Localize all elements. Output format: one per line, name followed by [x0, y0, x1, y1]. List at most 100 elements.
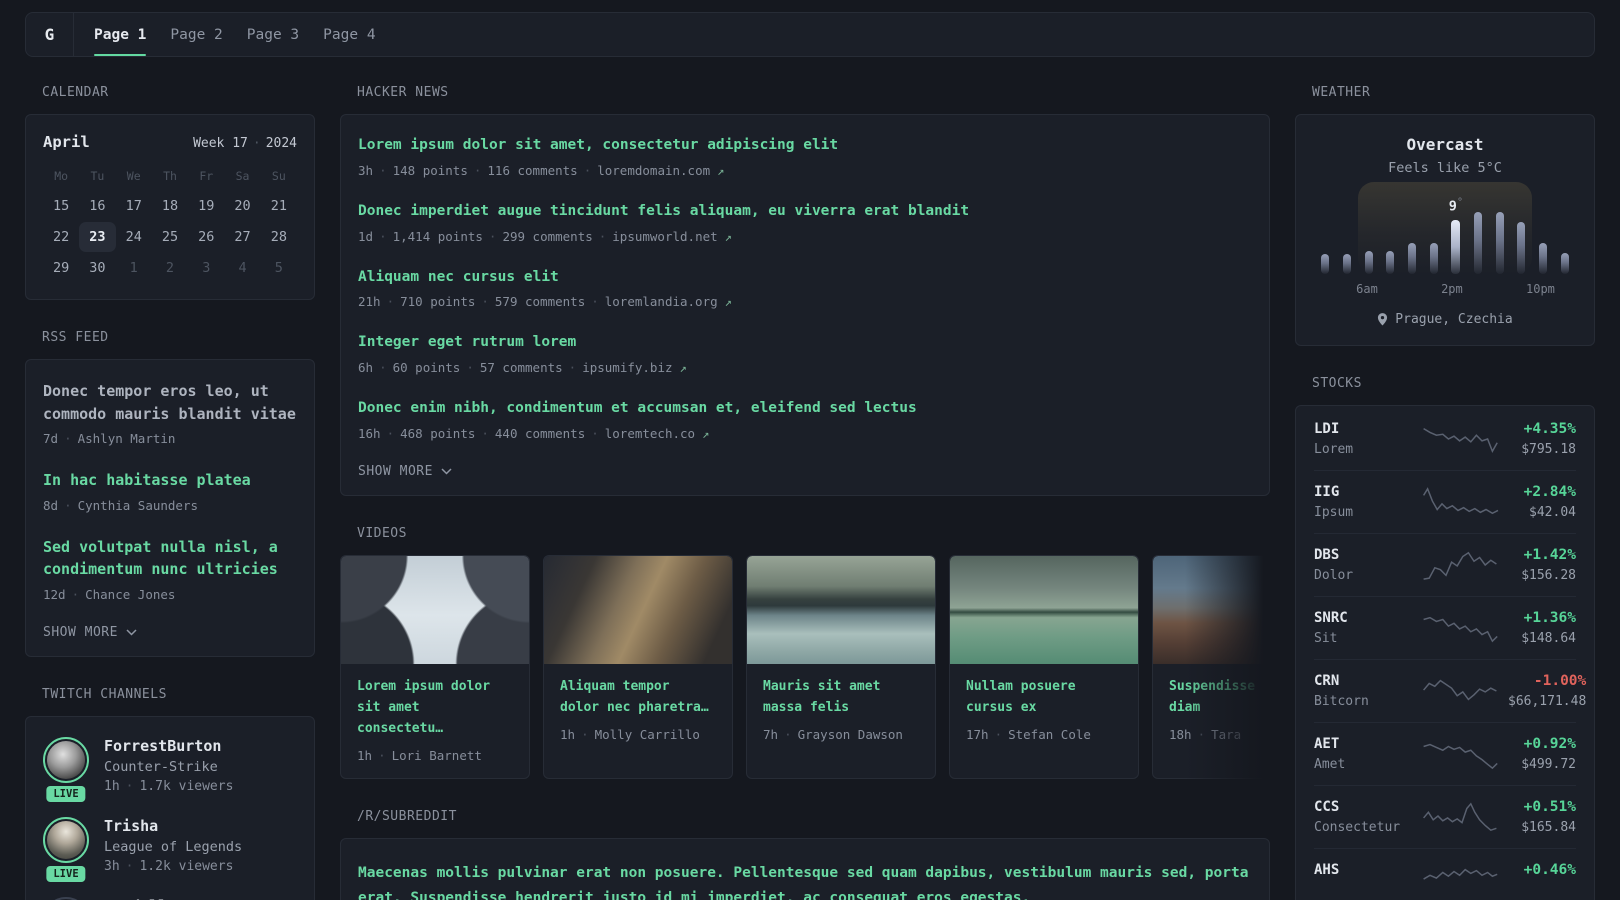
channel-category: League of Legends	[104, 838, 243, 855]
stock-row[interactable]: AET Amet +0.92% $499.72	[1314, 722, 1576, 785]
channel-category: Counter-Strike	[104, 758, 218, 775]
meta-part: 7h	[763, 726, 779, 742]
stock-values: +1.42% $156.28	[1521, 547, 1576, 583]
channel-info: ForrestBurton Counter-Strike 1h · 1.7k viewe…	[104, 737, 233, 794]
stock-identity: SNRC Sit	[1314, 610, 1416, 646]
item-meta: 6h · 60 points · 57 comments · ipsumify.biz ↗	[358, 360, 1252, 375]
external-link-icon: ↗	[702, 426, 710, 441]
tab-page-3[interactable]: Page 3	[247, 13, 299, 56]
reddit-post-title[interactable]: Maecenas mollis pulvinar erat non posuer…	[358, 861, 1252, 900]
rss-show-more-button[interactable]: SHOW MORE	[43, 625, 297, 640]
stock-row[interactable]: SNRC Sit +1.36% $148.64	[1314, 596, 1576, 659]
calendar-day-grid: 15 16 17 18 19 20 21 22 23 24 25 26 27 28 29 30 1 2 3 4 5	[43, 191, 297, 283]
video-card[interactable]: Suspendisse diam 18h · Tara	[1152, 554, 1270, 779]
show-more-label: SHOW MORE	[43, 624, 118, 640]
stock-row[interactable]: DBS Dolor +1.42% $156.28	[1314, 533, 1576, 596]
stock-name: Ipsum	[1314, 505, 1354, 520]
video-title[interactable]: Lorem ipsum dolor sit amet consectetu…	[357, 676, 513, 739]
twitch-channel-row[interactable]: LIVE Trisha League of Legends 3h · 1.2k viewe…	[43, 816, 297, 882]
video-title[interactable]: Aliquam tempor dolor nec pharetra…	[560, 676, 716, 718]
hacker-news-show-more-button[interactable]: SHOW MORE	[358, 464, 1252, 479]
stock-price: $795.18	[1521, 442, 1576, 457]
video-title[interactable]: Mauris sit amet massa felis	[763, 676, 919, 718]
stock-row[interactable]: CCS Consectetur +0.51% $165.84	[1314, 785, 1576, 848]
dot-separator: ·	[64, 431, 72, 446]
stock-identity: IIG Ipsum	[1314, 484, 1416, 520]
stock-row[interactable]: CRN Bitcorn -1.00% $66,171.48	[1314, 659, 1586, 722]
channel-name[interactable]: ForrestBurton	[104, 737, 233, 755]
meta-part: loremlandia.org	[604, 294, 718, 310]
calendar-widget: April Week 17 · 2024 Mo Tu We Th Fr Sa Su 15 16 17…	[25, 114, 315, 300]
meta-part: loremdomain.com	[597, 162, 711, 178]
calendar-day: 20	[234, 198, 251, 214]
meta-part: ipsumworld.net	[612, 228, 718, 244]
tab-page-2[interactable]: Page 2	[170, 13, 222, 56]
hacker-news-item: Donec enim nibh, condimentum et accumsan…	[358, 398, 1252, 441]
weather-bar	[1517, 222, 1526, 274]
tab-page-4[interactable]: Page 4	[323, 13, 375, 56]
stock-symbol: AET	[1314, 736, 1340, 752]
weather-section: WEATHER Overcast Feels like 5°C 9° 6am 2p…	[1295, 85, 1595, 346]
twitch-channel-row[interactable]: KendallCarr	[43, 896, 297, 900]
current-temp-label: 9°	[1449, 197, 1463, 215]
rss-item-link[interactable]: In hac habitasse platea	[43, 469, 297, 492]
stock-row[interactable]: LDI Lorem +4.35% $795.18	[1314, 408, 1576, 470]
channel-name[interactable]: KendallCarr	[104, 897, 203, 900]
weekday-label: Sa	[235, 169, 250, 183]
calendar-week-info: Week 17 · 2024	[193, 136, 297, 151]
stock-price: $42.04	[1529, 505, 1576, 520]
video-card[interactable]: Lorem ipsum dolor sit amet consectetu… 1h…	[340, 554, 530, 779]
tab-page-1[interactable]: Page 1	[94, 13, 147, 56]
rss-widget: Donec tempor eros leo, ut commodo mauris…	[25, 359, 315, 657]
stock-name: Bitcorn	[1314, 694, 1369, 709]
hacker-news-item-link[interactable]: Donec imperdiet augue tincidunt felis al…	[358, 201, 1252, 223]
stock-values: +0.51% $165.84	[1521, 799, 1576, 835]
stock-row[interactable]: IIG Ipsum +2.84% $42.04	[1314, 470, 1576, 533]
meta-part: 116 comments	[487, 162, 578, 178]
dot-separator: ·	[64, 497, 72, 513]
stock-values: +1.36% $148.64	[1521, 610, 1576, 646]
stock-name: Consectetur	[1314, 820, 1401, 835]
stock-name	[1314, 883, 1416, 898]
video-card[interactable]: Nullam posuere cursus ex 17h · Stefan Cole	[949, 554, 1139, 779]
stock-row[interactable]: AHS +0.46%	[1314, 848, 1576, 900]
hacker-news-item-link[interactable]: Aliquam nec cursus elit	[358, 267, 1252, 289]
weather-bar	[1408, 243, 1417, 274]
video-card[interactable]: Mauris sit amet massa felis 7h · Grayson Da…	[746, 554, 936, 779]
stock-name: Dolor	[1314, 568, 1354, 583]
rss-list: Donec tempor eros leo, ut commodo mauris…	[43, 380, 297, 602]
rss-item-link[interactable]: Sed volutpat nulla nisl, a condimentum n…	[43, 536, 297, 581]
dot-separator: ·	[379, 360, 387, 375]
video-title[interactable]: Nullam posuere cursus ex	[966, 676, 1122, 718]
stock-values: +0.46%	[1524, 862, 1576, 898]
dot-separator: ·	[125, 858, 134, 874]
rss-item-link[interactable]: Donec tempor eros leo, ut commodo mauris…	[43, 380, 297, 425]
avatar-image	[47, 820, 85, 859]
video-title[interactable]: Suspendisse diam	[1169, 676, 1265, 718]
weather-location: Prague, Czechia	[1314, 312, 1576, 327]
channel-name[interactable]: Trisha	[104, 817, 242, 835]
left-column: CALENDAR April Week 17 · 2024 Mo Tu We Th Fr Sa…	[25, 85, 315, 900]
meta-part: 1h	[104, 778, 120, 794]
weather-hour-label	[1555, 282, 1576, 296]
video-card[interactable]: Aliquam tempor dolor nec pharetra… 1h · Mol…	[543, 554, 733, 779]
hacker-news-item-link[interactable]: Donec enim nibh, condimentum et accumsan…	[358, 398, 1252, 420]
meta-part: 60 points	[392, 360, 461, 375]
stock-name: Sit	[1314, 631, 1338, 646]
hacker-news-item-link[interactable]: Integer eget rutrum lorem	[358, 332, 1252, 354]
twitch-channel-list: LIVE ForrestBurton Counter-Strike 1h · 1.7k v…	[43, 736, 297, 900]
twitch-channel-row[interactable]: LIVE ForrestBurton Counter-Strike 1h · 1.7k v…	[43, 736, 297, 802]
calendar-day: 17	[125, 198, 142, 214]
rss-item: In hac habitasse platea 8d · Cynthia Saunde…	[43, 469, 297, 513]
calendar-day: 30	[89, 260, 106, 276]
weather-bar	[1430, 243, 1439, 274]
app-logo[interactable]: G	[26, 13, 74, 56]
item-meta: 12d · Chance Jones	[43, 587, 297, 602]
dot-separator: ·	[473, 162, 482, 178]
item-meta: 1h · Lori Barnett	[357, 748, 513, 763]
hacker-news-item: Donec imperdiet augue tincidunt felis al…	[358, 201, 1252, 244]
item-meta: 8d · Cynthia Saunders	[43, 498, 297, 513]
calendar-day: 15	[53, 198, 70, 214]
calendar-day: 25	[161, 229, 179, 245]
hacker-news-item-link[interactable]: Lorem ipsum dolor sit amet, consectetur …	[358, 135, 1252, 157]
